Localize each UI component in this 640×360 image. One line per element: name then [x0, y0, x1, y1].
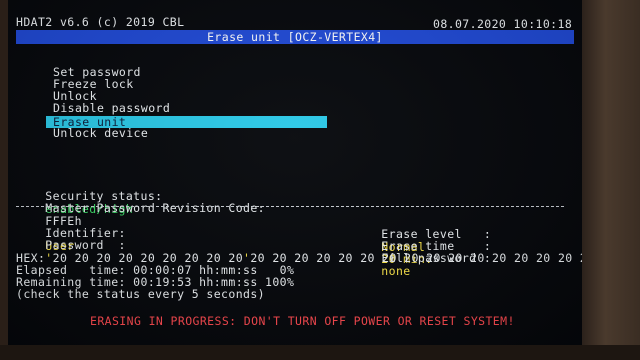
master-password-label: Master Password Revision Code: [45, 201, 266, 215]
monitor-bezel-right [582, 0, 640, 360]
menu-item-unlock-device[interactable]: Unlock device [53, 127, 148, 139]
status-check-note: (check the status every 5 seconds) [16, 287, 266, 301]
terminal-screen: HDAT2 v6.6 (c) 2019 CBL 08.07.2020 10:10… [8, 0, 582, 345]
fill-password-value: none [381, 264, 411, 278]
window-titlebar: Erase unit [OCZ-VERTEX4] [16, 30, 574, 44]
section-divider [16, 206, 564, 207]
erase-warning: ERASING IN PROGRESS: DON'T TURN OFF POWE… [90, 314, 515, 328]
window-title: Erase unit [OCZ-VERTEX4] [207, 30, 383, 44]
app-title: HDAT2 v6.6 (c) 2019 CBL [16, 15, 185, 29]
fill-password-line: Fill password : none [352, 239, 491, 291]
password-label: Password : [45, 238, 126, 252]
monitor-bezel-left [0, 0, 8, 360]
monitor-bottom-edge [0, 345, 640, 360]
menu-item-disable-password[interactable]: Disable password [53, 102, 170, 114]
